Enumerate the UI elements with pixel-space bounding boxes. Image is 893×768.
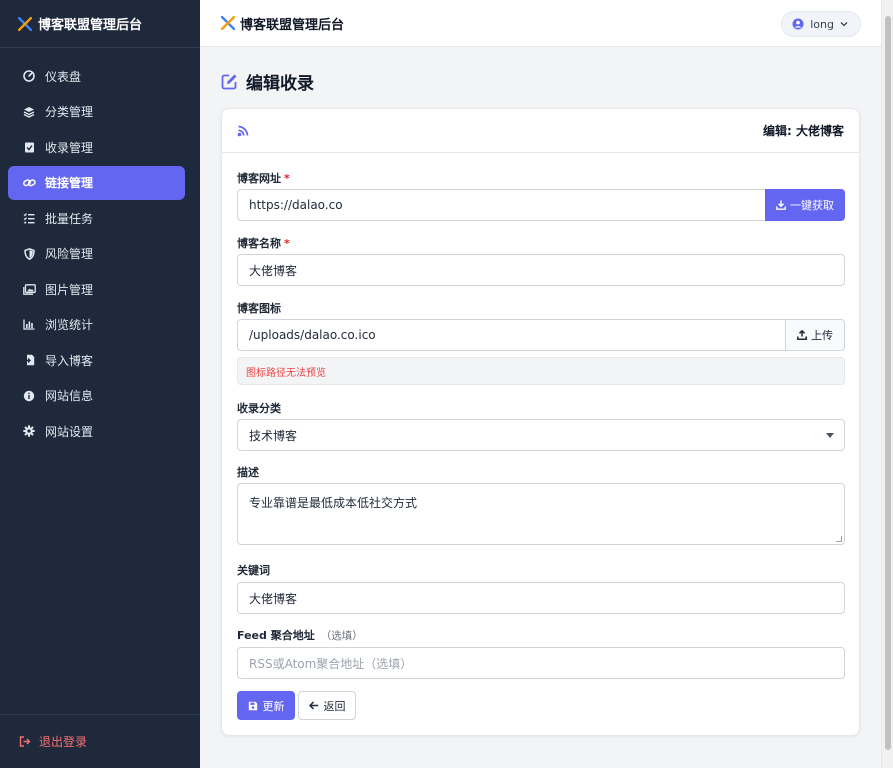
page-title: 编辑收录: [221, 69, 314, 94]
sidebar-item-site-info[interactable]: 网站信息: [8, 379, 185, 413]
sidebar-item-label: 网站设置: [45, 424, 94, 439]
sidebar: 博客联盟管理后台 仪表盘 分类管理 收录管理 链接管理 批量任务 风险管理 图片…: [0, 0, 200, 768]
sidebar-item-images[interactable]: 图片管理: [8, 272, 185, 306]
blog-icon-input[interactable]: /uploads/dalao.co.ico: [237, 319, 786, 351]
bar-chart-icon: [22, 318, 36, 332]
url-label-text: 博客网址: [237, 172, 281, 185]
blog-name-input[interactable]: 大佬博客: [237, 254, 845, 286]
card-header: 编辑: 大佬博客: [222, 109, 859, 153]
sidebar-item-risk[interactable]: 风险管理: [8, 237, 185, 271]
edit-card: 编辑: 大佬博客 博客网址 * https://dalao.co 一键获取 博客名…: [221, 108, 860, 736]
dashboard-icon: [22, 69, 36, 83]
keywords-input[interactable]: 大佬博客: [237, 582, 845, 614]
brand[interactable]: 博客联盟管理后台: [0, 0, 200, 48]
update-label: 更新: [262, 699, 285, 713]
header-title: 博客联盟管理后台: [240, 17, 345, 33]
required-marker: *: [284, 172, 290, 185]
sidebar-item-label: 图片管理: [45, 282, 94, 297]
card-edit-title: 编辑: 大佬博客: [763, 124, 844, 138]
optional-hint: （选填）: [320, 630, 363, 642]
link-icon: [22, 176, 36, 190]
blog-link-icon: [237, 125, 249, 137]
user-avatar-icon: [792, 18, 804, 30]
page-scrollbar[interactable]: [881, 0, 893, 768]
shield-icon: [22, 247, 36, 261]
sidebar-item-categories[interactable]: 分类管理: [8, 95, 185, 129]
logout-label: 退出登录: [39, 735, 88, 749]
sidebar-item-label: 批量任务: [45, 211, 94, 226]
sidebar-item-label: 分类管理: [45, 105, 94, 119]
sidebar-item-label: 风险管理: [45, 247, 94, 261]
upload-label: 上传: [811, 329, 833, 342]
sidebar-item-label: 收录管理: [45, 140, 94, 155]
update-button[interactable]: 更新: [237, 691, 295, 720]
chevron-down-icon: [840, 21, 848, 27]
description-label: 描述: [237, 466, 259, 479]
logout-icon: [19, 736, 31, 747]
app-logo-icon: [18, 16, 32, 31]
user-menu-button[interactable]: long: [781, 11, 861, 37]
brand-title: 博客联盟管理后台: [38, 18, 143, 33]
edit-icon: [221, 73, 238, 90]
sidebar-item-label: 浏览统计: [45, 318, 94, 332]
sidebar-nav: 仪表盘 分类管理 收录管理 链接管理 批量任务 风险管理 图片管理 浏览统计 导…: [0, 48, 200, 448]
feed-label: Feed 聚合地址 （选填）: [237, 627, 363, 643]
user-name: long: [810, 17, 834, 31]
blog-url-input[interactable]: https://dalao.co: [237, 189, 766, 221]
layers-icon: [22, 105, 36, 119]
resize-handle-icon[interactable]: [836, 536, 842, 542]
name-label: 博客名称 *: [237, 235, 290, 251]
arrow-left-icon: [308, 701, 319, 710]
info-icon: [22, 389, 36, 403]
category-label: 收录分类: [237, 402, 281, 415]
sidebar-item-stats[interactable]: 浏览统计: [8, 308, 185, 342]
sidebar-item-submissions[interactable]: 收录管理: [8, 130, 185, 164]
file-import-icon: [22, 353, 36, 367]
gear-icon: [22, 424, 36, 438]
fetch-label: 一键获取: [790, 199, 834, 212]
keywords-label: 关键词: [237, 564, 270, 577]
name-label-text: 博客名称: [237, 237, 281, 250]
required-marker: *: [284, 237, 290, 250]
category-select[interactable]: 技术博客: [237, 419, 845, 451]
sidebar-item-label: 网站信息: [45, 389, 94, 403]
category-selected: 技术博客: [249, 428, 298, 443]
app-logo-icon: [221, 16, 235, 30]
clipboard-check-icon: [22, 140, 36, 154]
sidebar-item-import[interactable]: 导入博客: [8, 343, 185, 377]
icon-preview-error: 图标路径无法预览: [237, 357, 845, 385]
back-label: 返回: [323, 699, 346, 713]
sidebar-item-label: 仪表盘: [45, 69, 82, 84]
fetch-info-button[interactable]: 一键获取: [765, 189, 845, 221]
upload-button[interactable]: 上传: [785, 319, 845, 351]
page-heading: 编辑收录: [246, 74, 314, 94]
url-label: 博客网址 *: [237, 170, 290, 186]
sidebar-item-settings[interactable]: 网站设置: [8, 414, 185, 448]
sidebar-item-label: 导入博客: [45, 353, 94, 368]
description-textarea[interactable]: 专业靠谱是最低成本低社交方式: [237, 483, 845, 545]
caret-down-icon: [826, 433, 834, 438]
sidebar-item-batch-tasks[interactable]: 批量任务: [8, 201, 185, 235]
download-icon: [776, 200, 786, 210]
save-icon: [248, 701, 258, 711]
logout-button[interactable]: 退出登录: [0, 714, 200, 768]
image-icon: [22, 282, 36, 296]
upload-icon: [797, 330, 807, 340]
back-button[interactable]: 返回: [298, 691, 356, 720]
scrollbar-thumb[interactable]: [885, 16, 891, 750]
feed-url-input[interactable]: RSS或Atom聚合地址（选填）: [237, 647, 845, 679]
task-list-icon: [22, 211, 36, 225]
description-value: 专业靠谱是最低成本低社交方式: [249, 496, 418, 510]
sidebar-item-dashboard[interactable]: 仪表盘: [8, 59, 185, 93]
sidebar-item-links[interactable]: 链接管理: [8, 165, 185, 200]
icon-label: 博客图标: [237, 302, 281, 315]
feed-label-text: Feed 聚合地址: [237, 629, 315, 642]
top-bar: 博客联盟管理后台 long: [200, 0, 893, 47]
sidebar-item-label: 链接管理: [45, 176, 94, 190]
